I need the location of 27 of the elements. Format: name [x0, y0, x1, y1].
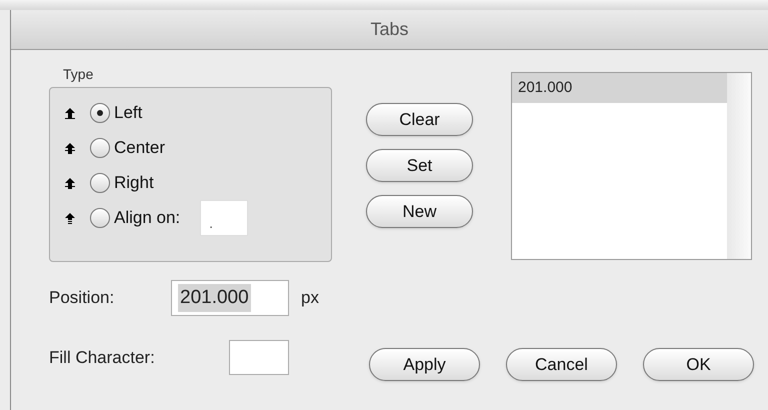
dialog-button[interactable]: New [366, 195, 473, 228]
dialog-button[interactable]: OK [643, 348, 754, 381]
window-title: Tabs [370, 18, 409, 41]
dialog-button[interactable]: Set [366, 149, 473, 182]
radio-button[interactable] [90, 208, 110, 228]
radio-button[interactable] [90, 138, 110, 158]
tab-stop-icon [64, 106, 76, 120]
dialog-button[interactable]: Clear [366, 103, 473, 136]
tab-stop-icon [64, 176, 76, 190]
position-field[interactable]: 201.000 [171, 280, 289, 316]
radio-label[interactable]: Align on: [114, 205, 180, 231]
radio-label[interactable]: Left [114, 100, 142, 126]
position-label: Position: [49, 287, 116, 310]
unit-label: px [301, 287, 319, 310]
dialog-button[interactable]: Apply [369, 348, 480, 381]
group-label: Type [63, 65, 94, 84]
radio-button[interactable] [90, 173, 110, 193]
fill-character-field[interactable] [229, 340, 289, 375]
dialog-button[interactable]: Cancel [506, 348, 617, 381]
fill-character-label: Fill Character: [49, 346, 156, 369]
tab-stop-icon [64, 142, 76, 154]
radio-label[interactable]: Center [114, 135, 166, 161]
tab-stop-icon [64, 212, 76, 224]
list-item[interactable]: 201.000 [512, 73, 727, 103]
align-character-field[interactable]: . [200, 200, 248, 236]
radio-label[interactable]: Right [114, 170, 154, 196]
radio-button[interactable] [90, 103, 110, 123]
